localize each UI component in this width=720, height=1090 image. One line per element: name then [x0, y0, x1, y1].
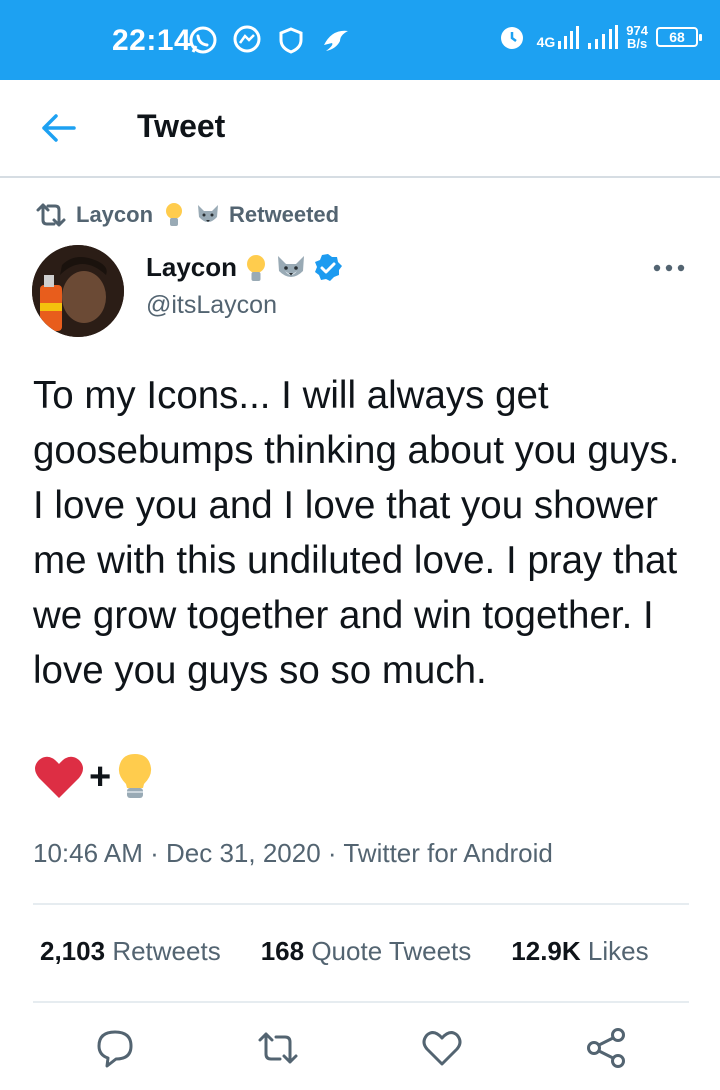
- status-icons-left: [186, 23, 352, 57]
- author-handle[interactable]: @itsLaycon: [146, 291, 343, 320]
- tweet-meta: 10:46 AM · Dec 31, 2020 · Twitter for An…: [33, 838, 553, 869]
- likes-count: 12.9K: [511, 936, 581, 966]
- share-icon[interactable]: [584, 1026, 628, 1070]
- tweet-emoji-line: +: [33, 752, 155, 802]
- action-bar: [0, 1026, 720, 1070]
- divider: [33, 903, 689, 905]
- alarm-icon: [500, 27, 523, 49]
- author-name[interactable]: Laycon: [146, 252, 237, 283]
- more-options-icon[interactable]: [652, 258, 686, 278]
- messenger-icon: [233, 25, 261, 53]
- wolf-icon: [278, 255, 305, 277]
- heart-icon: [35, 756, 83, 798]
- arrow-left-icon[interactable]: [38, 110, 78, 146]
- battery-level: 68: [669, 29, 685, 45]
- author-info: Laycon @itsLaycon: [146, 252, 343, 320]
- network-speed: 974 B/s: [626, 24, 648, 50]
- retweet-icon: [36, 203, 66, 227]
- author-name-row: Laycon: [146, 252, 343, 283]
- divider: [33, 1001, 689, 1003]
- status-bar: 22:14 4G 974 B/s 68: [0, 0, 720, 80]
- likes-label: Likes: [587, 936, 649, 966]
- avatar-image: [32, 245, 124, 337]
- retweets-count: 2,103: [40, 936, 106, 966]
- retweeted-by[interactable]: Laycon Retweeted: [34, 200, 339, 230]
- retweets-stat[interactable]: 2,103 Retweets: [40, 936, 221, 967]
- meta-separator: ·: [150, 838, 159, 868]
- page-title: Tweet: [137, 108, 226, 144]
- network-type: 4G: [536, 34, 556, 50]
- status-time: 22:14: [112, 24, 192, 57]
- signal-icon: [588, 25, 619, 49]
- status-icons-right: 4G 974 B/s 68: [495, 20, 702, 54]
- tweet-date: Dec 31, 2020: [166, 838, 321, 868]
- avatar[interactable]: [32, 245, 124, 337]
- shield-icon: [279, 27, 303, 54]
- signal-icon: [558, 26, 580, 49]
- reply-icon[interactable]: [93, 1026, 137, 1070]
- quote-tweets-stat[interactable]: 168 Quote Tweets: [261, 936, 472, 967]
- verified-badge-icon: [315, 253, 343, 281]
- tweet-source[interactable]: Twitter for Android: [343, 838, 553, 868]
- whatsapp-icon: [189, 26, 217, 54]
- quotes-count: 168: [260, 936, 305, 966]
- battery-icon: 68: [656, 27, 702, 47]
- network-indicator: 4G: [537, 25, 581, 49]
- tweet-time: 10:46 AM: [33, 838, 143, 868]
- app-header: Tweet: [0, 80, 720, 178]
- retweets-label: Retweets: [112, 936, 221, 966]
- lightbulb-icon: [247, 254, 266, 281]
- retweeted-label: Retweeted: [229, 202, 340, 227]
- meta-separator: ·: [327, 838, 337, 868]
- lightbulb-icon: [166, 203, 183, 226]
- like-icon[interactable]: [420, 1026, 464, 1070]
- bird-icon: [324, 30, 348, 51]
- speed-unit: B/s: [627, 36, 648, 51]
- emoji-plus: +: [89, 755, 112, 798]
- quotes-label: Quote Tweets: [311, 936, 472, 966]
- lightbulb-icon: [119, 754, 152, 798]
- retweet-icon[interactable]: [256, 1026, 300, 1070]
- tweet-text: To my Icons... I will always get goosebu…: [33, 374, 691, 692]
- retweeter-name[interactable]: Laycon: [76, 202, 153, 228]
- tweet-stats: 2,103 Retweets 168 Quote Tweets 12.9K Li…: [40, 936, 649, 967]
- likes-stat[interactable]: 12.9K Likes: [511, 936, 648, 967]
- wolf-icon: [198, 205, 219, 222]
